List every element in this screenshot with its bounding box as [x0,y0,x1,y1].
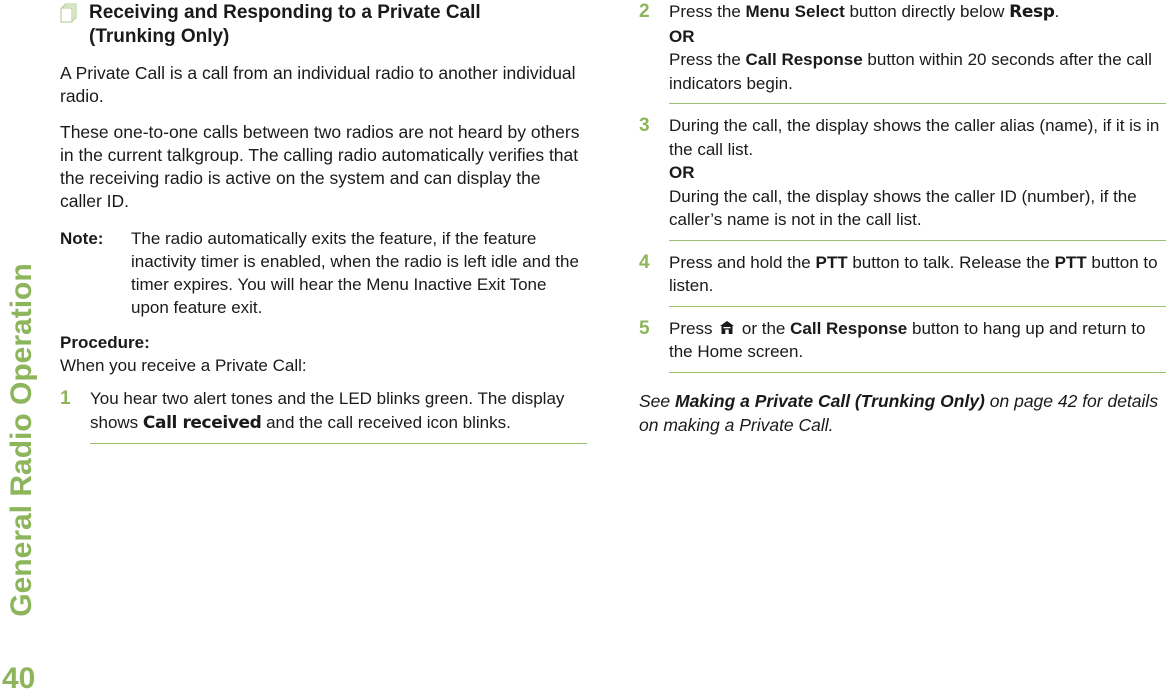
step-number: 2 [639,1,650,22]
heading-line-2: (Trunking Only) [89,26,230,47]
step-text: During the call, the display shows the c… [669,116,1160,159]
or-label: OR [669,163,695,182]
step-number: 4 [639,251,650,273]
step-text: During the call, the display shows the c… [669,186,1137,230]
step-body: Press and hold the PTT button to talk. R… [669,251,1166,307]
heading-line-1: Receiving and Responding to a Private Ca… [89,2,481,23]
note-text: The radio automatically exits the featur… [131,229,579,317]
step-1: 1 You hear two alert tones and the LED b… [60,387,587,444]
see-text: See [639,390,675,411]
step-text: and the call received icon blinks. [261,412,511,432]
right-column: 2 Press the Menu Select button directly … [639,0,1166,437]
step-3: 3 During the call, the display shows the… [639,114,1166,241]
intro-paragraph: A Private Call is a call from an individ… [60,63,576,106]
procedure-label: Procedure: [60,333,150,352]
call-response-label: Call Response [790,318,908,338]
step-number: 3 [639,115,650,136]
step-2: 2 Press the Menu Select button directly … [639,0,1166,104]
step-text: Press and hold the [669,252,816,272]
call-response-label: Call Response [745,50,863,69]
section-heading: Receiving and Responding to a Private Ca… [60,1,587,49]
note-label: Note: [60,229,104,248]
step-body: Press the Menu Select button directly be… [669,0,1166,104]
cross-reference-link[interactable]: Making a Private Call (Trunking Only) [675,391,985,411]
menu-select-label: Menu Select [745,2,845,21]
step-body: You hear two alert tones and the LED bli… [90,387,587,444]
step-text: . [1054,2,1060,21]
document-stack-icon [60,3,77,23]
cross-reference: See Making a Private Call (Trunking Only… [639,389,1166,437]
step-text: button to talk. Release the [847,252,1055,272]
step-text: or the [737,318,791,338]
procedure-intro: When you receive a Private Call: [60,356,307,375]
step-body: During the call, the display shows the c… [669,114,1166,241]
display-text-resp: Resp [1009,2,1055,22]
section-title-vertical: General Radio Operation [2,260,42,620]
home-icon [720,320,735,334]
step-number: 5 [639,317,650,339]
ptt-label: PTT [1054,252,1087,272]
step-text: button directly below [844,2,1010,21]
or-label: OR [669,26,695,46]
note-block: Note: The radio automatically exits the … [60,227,587,319]
step-5: 5 Press or the Call Response button to h… [639,317,1166,373]
step-4: 4 Press and hold the PTT button to talk.… [639,251,1166,307]
section-title-text: General Radio Operation [5,263,38,617]
step-text: Press the [669,2,746,21]
ptt-label: PTT [815,252,848,272]
page-number: 40 [2,662,36,695]
step-text: Press [669,318,718,338]
step-number: 1 [60,388,71,409]
display-text-call-received: Call received [142,412,262,433]
step-body: Press or the Call Response button to han… [669,317,1166,373]
step-text: Press the [669,50,746,69]
left-column: Receiving and Responding to a Private Ca… [60,0,587,444]
description-paragraph: These one-to-one calls between two radio… [60,122,580,211]
